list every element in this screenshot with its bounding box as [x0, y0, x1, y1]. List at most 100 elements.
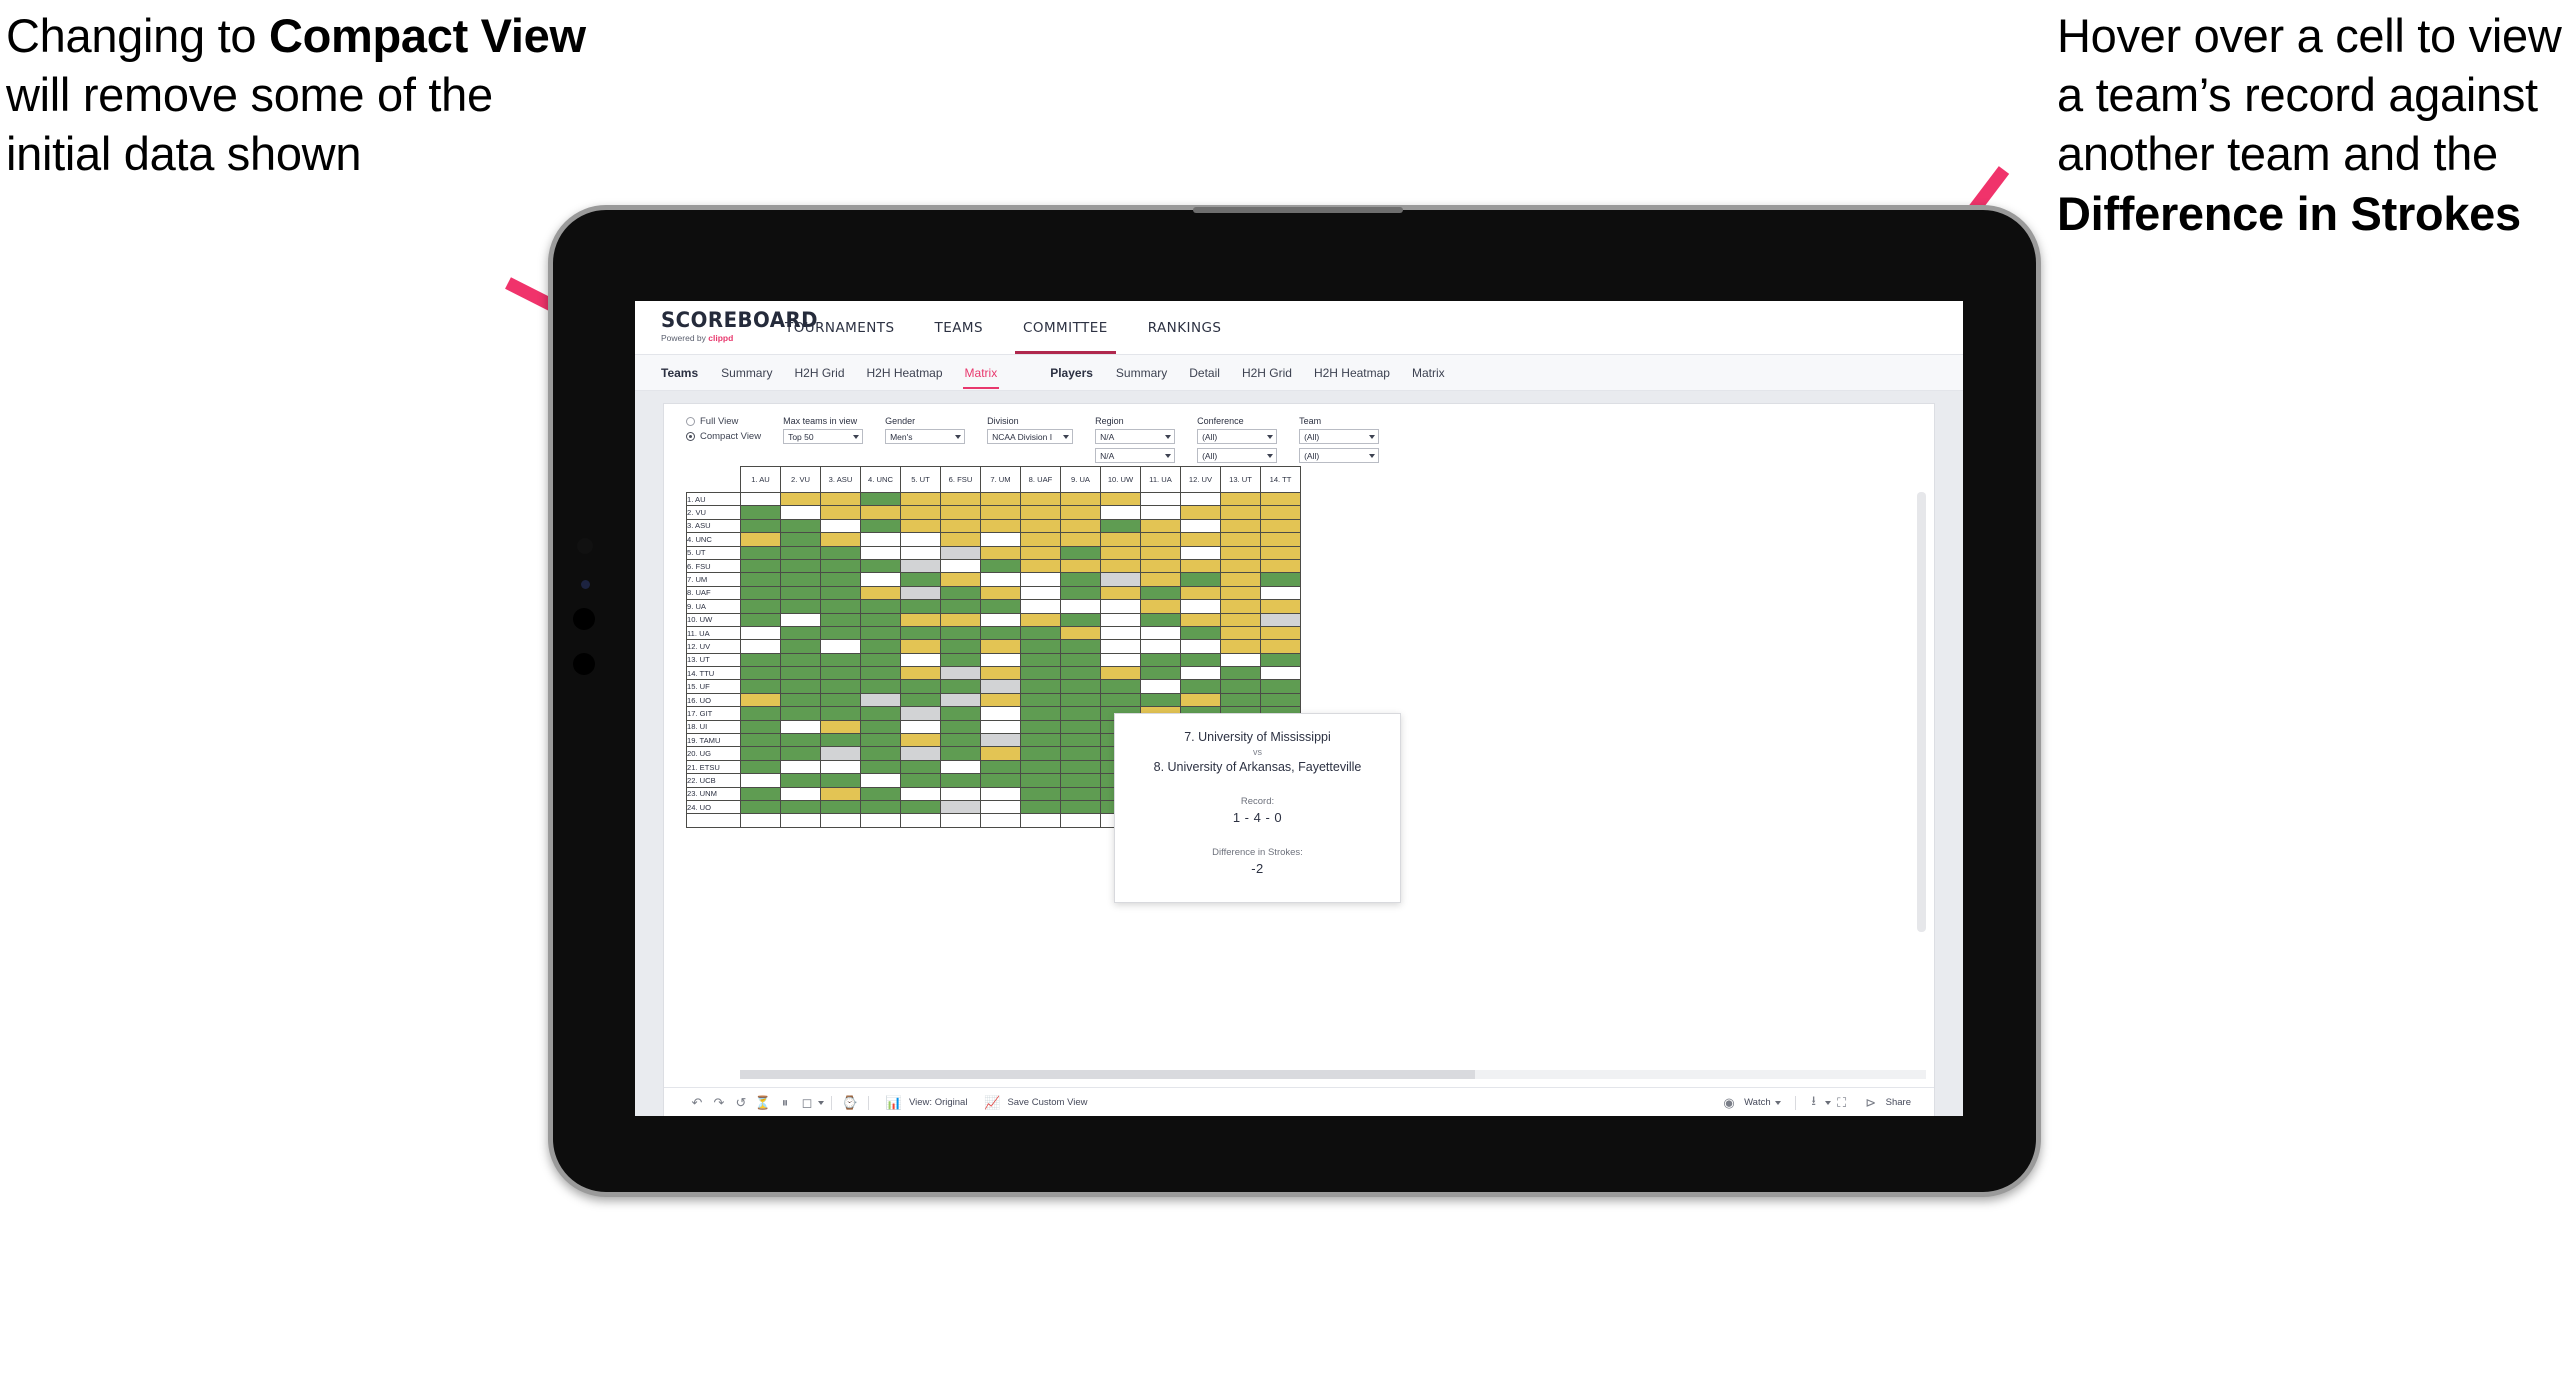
matrix-cell[interactable] [780, 719, 821, 735]
matrix-cell[interactable] [820, 666, 861, 681]
shape-icon[interactable]: ◻ [796, 1092, 818, 1114]
matrix-cell[interactable] [1060, 679, 1101, 694]
matrix-cell[interactable] [740, 491, 781, 507]
matrix-cell[interactable] [1140, 612, 1181, 627]
matrix-cell[interactable] [780, 572, 821, 587]
matrix-cell[interactable] [1020, 746, 1061, 761]
matrix-cell[interactable] [900, 505, 941, 520]
nav-item-committee[interactable]: COMMITTEE [1003, 301, 1128, 354]
matrix-cell[interactable] [1060, 572, 1101, 587]
matrix-cell[interactable] [1060, 625, 1101, 641]
matrix-cell[interactable] [900, 491, 941, 507]
matrix-cell[interactable] [860, 572, 901, 587]
matrix-cell[interactable] [1260, 652, 1301, 668]
matrix-cell[interactable] [1100, 572, 1141, 587]
refresh-icon[interactable]: ⏳ [752, 1092, 774, 1114]
matrix-horizontal-scrollbar-thumb[interactable] [740, 1070, 1476, 1079]
matrix-row-header[interactable]: 7. UM [686, 572, 741, 587]
matrix-cell[interactable] [1020, 491, 1061, 507]
matrix-cell[interactable] [940, 612, 981, 627]
matrix-cell[interactable] [940, 491, 981, 507]
matrix-cell[interactable] [860, 625, 901, 641]
matrix-cell[interactable] [860, 639, 901, 654]
matrix-cell[interactable] [1260, 612, 1301, 627]
matrix-cell[interactable] [860, 706, 901, 721]
matrix-cell[interactable] [740, 733, 781, 748]
matrix-cell[interactable] [1020, 585, 1061, 601]
matrix-cell[interactable] [940, 692, 981, 708]
matrix-cell[interactable] [740, 692, 781, 708]
nav-item-rankings[interactable]: RANKINGS [1128, 301, 1242, 354]
matrix-cell[interactable] [980, 505, 1021, 520]
reset-icon[interactable]: ⌚ [839, 1092, 861, 1114]
matrix-column-header[interactable]: 10. UW [1100, 466, 1141, 493]
matrix-cell[interactable] [1020, 759, 1061, 775]
matrix-cell[interactable] [1060, 652, 1101, 668]
matrix-cell[interactable] [1220, 518, 1261, 534]
matrix-cell[interactable] [740, 719, 781, 735]
matrix-cell[interactable] [900, 625, 941, 641]
matrix-cell[interactable] [940, 572, 981, 587]
matrix-cell[interactable] [1020, 639, 1061, 654]
matrix-cell[interactable] [1060, 746, 1101, 761]
matrix-cell[interactable] [780, 733, 821, 748]
matrix-row-header[interactable]: 24. UO [686, 799, 741, 815]
matrix-cell[interactable] [900, 719, 941, 735]
matrix-row-header[interactable]: 18. UI [686, 719, 741, 735]
matrix-cell[interactable] [900, 746, 941, 761]
matrix-cell[interactable] [740, 585, 781, 601]
matrix-cell[interactable] [980, 679, 1021, 694]
matrix-cell[interactable] [820, 652, 861, 668]
matrix-column-header[interactable]: 6. FSU [940, 466, 981, 493]
matrix-cell[interactable] [860, 491, 901, 507]
matrix-cell[interactable] [1260, 679, 1301, 694]
matrix-cell[interactable] [820, 505, 861, 520]
matrix-cell[interactable] [900, 545, 941, 560]
matrix-cell[interactable] [980, 625, 1021, 641]
redo-icon[interactable]: ↷ [708, 1092, 730, 1114]
matrix-cell[interactable] [1100, 585, 1141, 601]
matrix-cell[interactable] [780, 666, 821, 681]
matrix-cell[interactable] [900, 572, 941, 587]
matrix-cell[interactable] [1060, 773, 1101, 788]
matrix-cell[interactable] [1260, 545, 1301, 560]
matrix-cell[interactable] [1020, 599, 1061, 614]
matrix-cell[interactable] [1020, 733, 1061, 748]
nav-item-teams[interactable]: TEAMS [915, 301, 1003, 354]
matrix-cell[interactable] [900, 679, 941, 694]
matrix-cell[interactable] [900, 733, 941, 748]
matrix-cell[interactable] [980, 786, 1021, 801]
share-button[interactable]: ⊳ Share [1853, 1092, 1918, 1114]
matrix-cell[interactable] [1180, 532, 1221, 547]
matrix-row-header[interactable]: 5. UT [686, 545, 741, 560]
matrix-cell[interactable] [940, 706, 981, 721]
matrix-cell[interactable] [1020, 652, 1061, 668]
matrix-row-header[interactable]: 1. AU [686, 491, 741, 507]
matrix-row-header[interactable]: 17. GIT [686, 706, 741, 721]
matrix-cell[interactable] [860, 585, 901, 601]
matrix-cell[interactable] [1020, 706, 1061, 721]
matrix-row-header[interactable]: 12. UV [686, 639, 741, 654]
matrix-cell[interactable] [940, 759, 981, 775]
matrix-cell[interactable] [1220, 599, 1261, 614]
matrix-cell[interactable] [900, 652, 941, 668]
matrix-cell[interactable] [1140, 518, 1181, 534]
matrix-cell[interactable] [940, 652, 981, 668]
matrix-cell[interactable] [940, 532, 981, 547]
matrix-cell[interactable] [900, 639, 941, 654]
matrix-cell[interactable] [820, 612, 861, 627]
matrix-cell[interactable] [780, 612, 821, 627]
matrix-cell[interactable] [820, 706, 861, 721]
matrix-cell[interactable] [1060, 532, 1101, 547]
matrix-cell[interactable] [1220, 612, 1261, 627]
matrix-cell[interactable] [940, 545, 981, 560]
matrix-vertical-scrollbar[interactable] [1917, 492, 1926, 932]
matrix-cell[interactable] [1180, 545, 1221, 560]
matrix-cell[interactable] [1060, 666, 1101, 681]
matrix-cell[interactable] [1220, 639, 1261, 654]
matrix-row-header[interactable]: 20. UG [686, 746, 741, 761]
matrix-cell[interactable] [1140, 558, 1181, 574]
matrix-cell[interactable] [1220, 491, 1261, 507]
matrix-cell[interactable] [1260, 505, 1301, 520]
matrix-cell[interactable] [1140, 625, 1181, 641]
